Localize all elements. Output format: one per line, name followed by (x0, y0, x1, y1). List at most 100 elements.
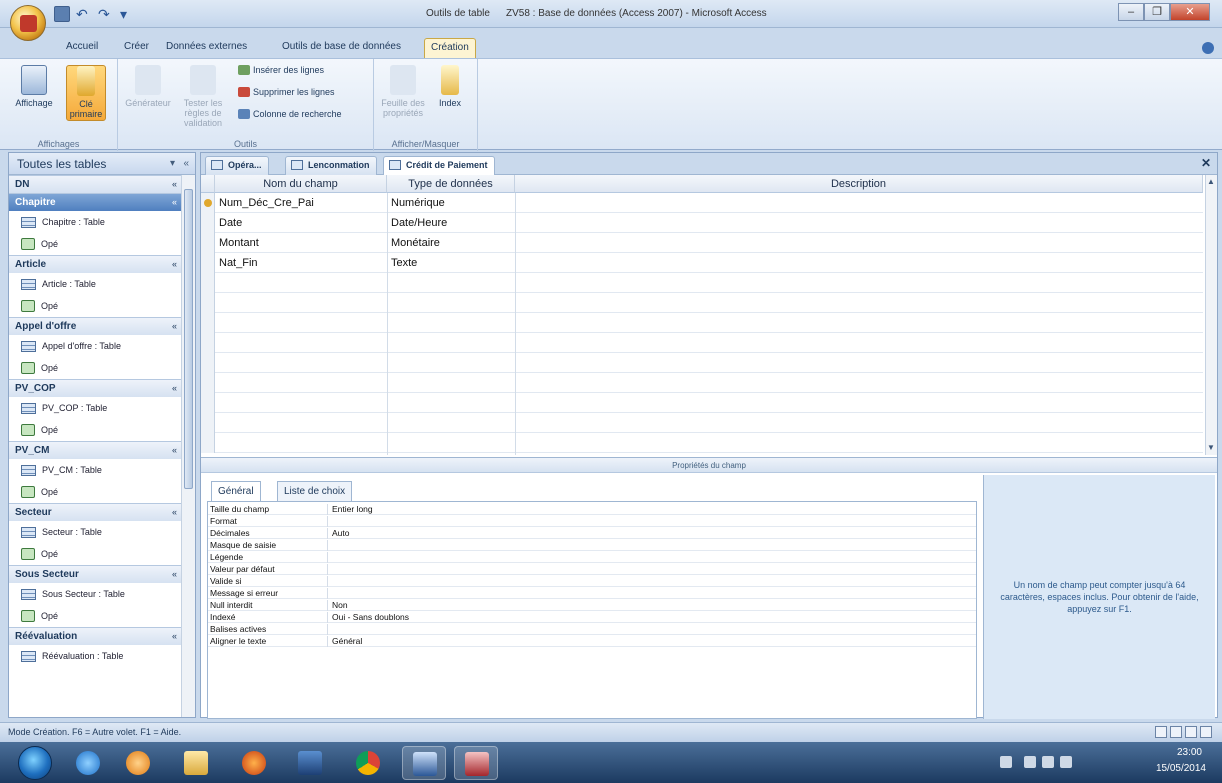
tester-regles-button[interactable]: Tester les règles de validation (176, 65, 230, 128)
row-selector[interactable] (201, 293, 215, 313)
row-selector[interactable] (201, 213, 215, 233)
data-type-cell[interactable]: Texte (391, 253, 417, 273)
nav-item[interactable]: Sous Secteur : Table (9, 583, 195, 605)
table-row[interactable] (201, 353, 1203, 373)
field-name-cell[interactable]: Nat_Fin (219, 253, 258, 273)
nav-scroll-thumb[interactable] (184, 189, 193, 489)
nav-header[interactable]: Toutes les tables ▾ « (9, 153, 195, 175)
chevron-up-icon[interactable]: « (172, 256, 177, 273)
help-icon[interactable] (1202, 42, 1214, 54)
chevron-up-icon[interactable]: « (172, 442, 177, 459)
nav-scrollbar[interactable] (181, 175, 195, 717)
property-value[interactable]: Non (332, 600, 348, 611)
table-row[interactable]: Nat_Fin Texte (201, 253, 1203, 273)
property-row[interactable]: Aligner le texte Général (208, 636, 976, 647)
table-row[interactable] (201, 293, 1203, 313)
grid-scrollbar[interactable]: ▲ ▼ (1205, 175, 1217, 455)
property-value[interactable]: Général (332, 636, 362, 647)
property-row[interactable]: Décimales Auto (208, 528, 976, 539)
doc-tab-lenconmation[interactable]: Lenconmation (285, 156, 377, 175)
pivot-table-view-icon[interactable] (1170, 726, 1182, 738)
taskbar-app-explorer[interactable] (174, 746, 218, 780)
table-row[interactable]: Montant Monétaire (201, 233, 1203, 253)
nav-group-header[interactable]: PV_CM « (9, 441, 195, 459)
nav-item[interactable]: Article : Table (9, 273, 195, 295)
nav-item[interactable]: Opé (9, 543, 195, 565)
row-selector[interactable] (201, 253, 215, 273)
property-row[interactable]: Légende (208, 552, 976, 563)
row-selector[interactable] (201, 233, 215, 253)
table-row[interactable] (201, 433, 1203, 453)
restore-button[interactable]: ❐ (1144, 3, 1170, 21)
supprimer-lignes-button[interactable]: Supprimer les lignes (238, 87, 335, 97)
close-button[interactable]: ✕ (1170, 3, 1210, 21)
taskbar-app-word[interactable] (402, 746, 446, 780)
doc-tab-operation[interactable]: Opéra... (205, 156, 269, 175)
customize-qat-icon[interactable]: ▾ (120, 6, 136, 22)
chevron-up-icon[interactable]: « (172, 194, 177, 211)
nav-group-header[interactable]: Chapitre « (9, 193, 195, 211)
tab-liste-de-choix[interactable]: Liste de choix (277, 481, 353, 501)
nav-item[interactable]: Opé (9, 357, 195, 379)
property-row[interactable]: Balises actives (208, 624, 976, 635)
table-row[interactable]: Date Date/Heure (201, 213, 1203, 233)
chevron-up-icon[interactable]: « (172, 628, 177, 645)
nav-group-header[interactable]: DN « (9, 175, 195, 193)
property-row[interactable]: Masque de saisie (208, 540, 976, 551)
tray-flag-icon[interactable] (1000, 756, 1012, 768)
chevron-up-icon[interactable]: « (172, 566, 177, 583)
start-button[interactable] (18, 746, 52, 780)
nav-item[interactable]: Opé (9, 233, 195, 255)
nav-item[interactable]: Chapitre : Table (9, 211, 195, 233)
office-button[interactable] (10, 5, 46, 41)
property-value[interactable]: Entier long (332, 504, 373, 515)
chevron-up-icon[interactable]: « (172, 380, 177, 397)
row-selector[interactable] (201, 433, 215, 453)
data-type-cell[interactable]: Numérique (391, 193, 445, 213)
taskbar-app-ie[interactable] (66, 746, 110, 780)
undo-icon[interactable]: ↶ (76, 6, 92, 22)
nav-item[interactable]: Appel d'offre : Table (9, 335, 195, 357)
nav-collapse-icon[interactable]: « (183, 153, 189, 175)
property-row[interactable]: Valeur par défaut (208, 564, 976, 575)
property-row[interactable]: Valide si (208, 576, 976, 587)
affichage-button[interactable]: Affichage (14, 65, 54, 108)
nav-item[interactable]: Secteur : Table (9, 521, 195, 543)
nav-group-header[interactable]: Article « (9, 255, 195, 273)
index-button[interactable]: Index (430, 65, 470, 108)
table-row[interactable] (201, 333, 1203, 353)
tray-volume-icon[interactable] (1060, 756, 1072, 768)
minimize-button[interactable]: – (1118, 3, 1144, 21)
colonne-recherche-button[interactable]: Colonne de recherche (238, 109, 342, 119)
nav-item[interactable]: PV_COP : Table (9, 397, 195, 419)
nav-item[interactable]: Réévaluation : Table (9, 645, 195, 667)
scroll-up-icon[interactable]: ▲ (1207, 177, 1215, 186)
doc-tab-credit-paiement[interactable]: Crédit de Paiement (383, 156, 495, 175)
tab-creation[interactable]: Création (424, 38, 476, 58)
field-name-cell[interactable]: Montant (219, 233, 259, 253)
taskbar-app-access[interactable] (454, 746, 498, 780)
nav-group-header[interactable]: Secteur « (9, 503, 195, 521)
property-value[interactable]: Auto (332, 528, 350, 539)
nav-item[interactable]: Opé (9, 419, 195, 441)
table-row[interactable] (201, 273, 1203, 293)
data-type-cell[interactable]: Monétaire (391, 233, 440, 253)
property-value[interactable]: Oui - Sans doublons (332, 612, 409, 623)
taskbar-app-chrome[interactable] (346, 746, 390, 780)
datasheet-view-icon[interactable] (1155, 726, 1167, 738)
row-selector[interactable] (201, 393, 215, 413)
table-row[interactable] (201, 393, 1203, 413)
table-row[interactable] (201, 413, 1203, 433)
cle-primaire-button[interactable]: Clé primaire (66, 65, 106, 121)
nav-item[interactable]: Opé (9, 605, 195, 627)
taskbar-app-media[interactable] (116, 746, 160, 780)
tray-network-icon[interactable] (1024, 756, 1036, 768)
tab-accueil[interactable]: Accueil (60, 38, 104, 58)
nav-item[interactable]: Opé (9, 295, 195, 317)
property-row[interactable]: Message si erreur (208, 588, 976, 599)
data-type-cell[interactable]: Date/Heure (391, 213, 447, 233)
tab-general[interactable]: Général (211, 481, 261, 502)
table-row[interactable] (201, 373, 1203, 393)
property-row[interactable]: Indexé Oui - Sans doublons (208, 612, 976, 623)
clock-date[interactable]: 15/05/2014 (1156, 763, 1206, 774)
